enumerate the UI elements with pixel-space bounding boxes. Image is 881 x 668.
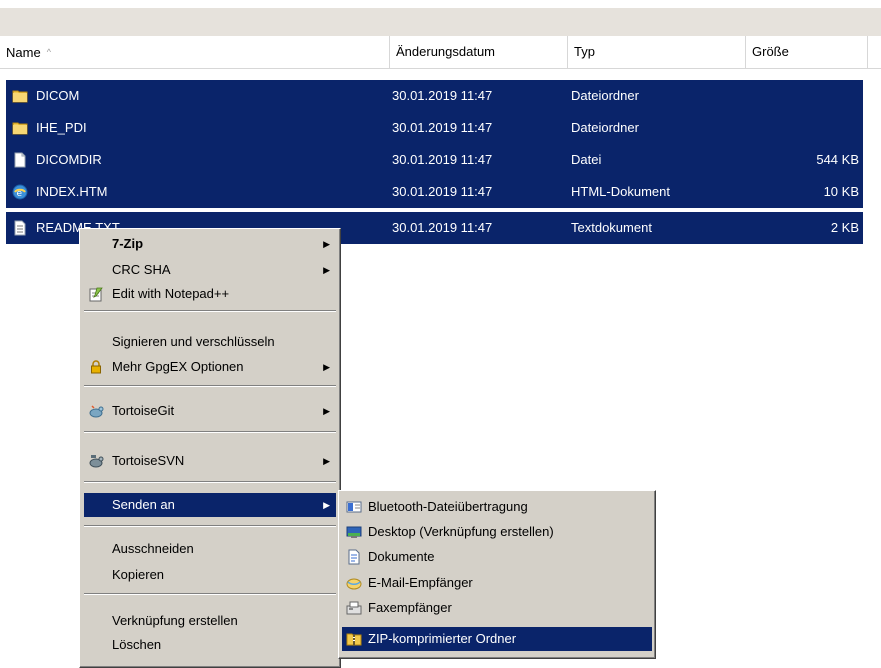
file-row-index-htm[interactable]: e INDEX.HTM 30.01.2019 11:47 HTML-Dokume… [6,176,863,208]
lock-icon [91,360,101,374]
menu-item-label: Löschen [112,637,162,652]
submenu-item-label: ZIP-komprimierter Ordner [368,631,517,646]
submenu-arrow-icon: ▶ [323,456,330,466]
menu-item-copy[interactable]: Kopieren [84,563,336,587]
menu-item-label: CRC SHA [112,262,171,277]
tortoisesvn-icon [89,455,104,468]
menu-item-edit-notepad[interactable]: Edit with Notepad++ [84,282,336,306]
fax-icon [346,601,362,615]
file-size: 10 KB [823,184,859,199]
submenu-arrow-icon: ▶ [323,265,330,275]
menu-item-send-to[interactable]: Senden an ▶ [84,493,336,517]
column-header-size-label: Größe [752,44,789,59]
menu-separator [84,385,336,387]
menu-item-label: Edit with Notepad++ [112,286,230,301]
submenu-arrow-icon: ▶ [323,362,330,372]
file-row-dicom[interactable]: DICOM 30.01.2019 11:47 Dateiordner [6,80,863,112]
menu-item-create-shortcut[interactable]: Verknüpfung erstellen [84,609,336,633]
menu-item-tortoisesvn[interactable]: TortoiseSVN ▶ [84,449,336,473]
file-date: 30.01.2019 11:47 [392,120,493,135]
menu-item-delete[interactable]: Löschen [84,633,336,657]
send-to-mail[interactable]: E-Mail-Empfänger [342,571,652,595]
menu-item-tortoisegit[interactable]: TortoiseGit ▶ [84,399,336,423]
send-to-bluetooth[interactable]: Bluetooth-Dateiübertragung [342,495,652,519]
column-header-row: Name ^ Änderungsdatum Typ Größe [0,36,881,69]
html-icon: e [12,184,28,200]
menu-item-label: TortoiseSVN [112,453,185,468]
toolbar-band [0,8,881,36]
file-name: DICOMDIR [36,152,102,167]
file-type: Dateiordner [571,120,639,135]
file-size: 2 KB [830,220,859,235]
menu-item-crc-sha[interactable]: CRC SHA ▶ [84,258,336,282]
column-header-name-label: Name [6,45,41,60]
menu-item-label: Mehr GpgEX Optionen [112,359,244,374]
file-date: 30.01.2019 11:47 [392,152,493,167]
file-icon [14,152,26,168]
file-type: Dateiordner [571,88,639,103]
send-to-submenu: Bluetooth-Dateiübertragung Desktop (Verk… [338,490,656,659]
menu-item-sign-encrypt[interactable]: Signieren und verschlüsseln [84,330,336,354]
submenu-item-label: Desktop (Verknüpfung erstellen) [368,524,554,539]
text-file-icon [14,220,26,236]
submenu-arrow-icon: ▶ [323,500,330,510]
submenu-arrow-icon: ▶ [323,406,330,416]
file-date: 30.01.2019 11:47 [392,88,493,103]
menu-separator [84,593,336,595]
svg-text:e: e [17,189,23,199]
mail-icon [346,578,362,590]
menu-item-label: Kopieren [112,567,165,582]
bluetooth-icon [346,501,362,513]
file-type: Textdokument [571,220,652,235]
column-header-date-label: Änderungsdatum [396,44,496,59]
file-type: Datei [571,152,602,167]
menu-item-label: TortoiseGit [112,403,175,418]
file-row-dicomdir[interactable]: DICOMDIR 30.01.2019 11:47 Datei 544 KB [6,144,863,176]
column-header-type-label: Typ [574,44,595,59]
submenu-item-label: E-Mail-Empfänger [368,575,473,590]
menu-item-label: 7-Zip [112,236,144,251]
menu-separator [84,431,336,433]
file-date: 30.01.2019 11:47 [392,220,493,235]
file-name: DICOM [36,88,80,103]
submenu-arrow-icon: ▶ [323,239,330,249]
menu-item-label: Ausschneiden [112,541,194,556]
folder-icon [12,122,28,135]
menu-separator [84,310,336,312]
menu-separator [84,525,336,527]
send-to-fax[interactable]: Faxempfänger [342,596,652,620]
file-type: HTML-Dokument [571,184,670,199]
submenu-item-label: Faxempfänger [368,600,452,615]
file-row-ihe-pdi[interactable]: IHE_PDI 30.01.2019 11:47 Dateiordner [6,112,863,144]
column-header-type[interactable]: Typ [568,36,746,68]
toolbar-area [0,0,881,36]
context-menu: 7-Zip ▶ CRC SHA ▶ Edit with Notepad++ Si… [79,228,341,668]
send-to-desktop[interactable]: Desktop (Verknüpfung erstellen) [342,520,652,544]
menu-item-gpgex-options[interactable]: Mehr GpgEX Optionen ▶ [84,355,336,379]
file-date: 30.01.2019 11:47 [392,184,493,199]
file-size: 544 KB [816,152,859,167]
zip-folder-icon [346,633,362,646]
desktop-icon [346,526,362,538]
column-header-size[interactable]: Größe [746,36,868,68]
file-name: INDEX.HTM [36,184,108,199]
send-to-zip[interactable]: ZIP-komprimierter Ordner [342,627,652,651]
menu-item-label: Signieren und verschlüsseln [112,334,275,349]
submenu-item-label: Bluetooth-Dateiübertragung [368,499,528,514]
send-to-documents[interactable]: Dokumente [342,545,652,569]
folder-icon [12,90,28,103]
column-header-name[interactable]: Name ^ [0,36,390,68]
tortoisegit-icon [89,405,104,418]
menu-item-cut[interactable]: Ausschneiden [84,537,336,561]
submenu-item-label: Dokumente [368,549,435,564]
notepad-icon [89,287,103,302]
file-name: IHE_PDI [36,120,87,135]
documents-icon [348,549,360,565]
menu-separator [84,481,336,483]
sort-ascending-icon: ^ [46,47,51,57]
menu-item-label: Verknüpfung erstellen [112,613,238,628]
column-header-date[interactable]: Änderungsdatum [390,36,568,68]
menu-item-7zip[interactable]: 7-Zip ▶ [84,232,336,256]
menu-item-label: Senden an [112,497,175,512]
